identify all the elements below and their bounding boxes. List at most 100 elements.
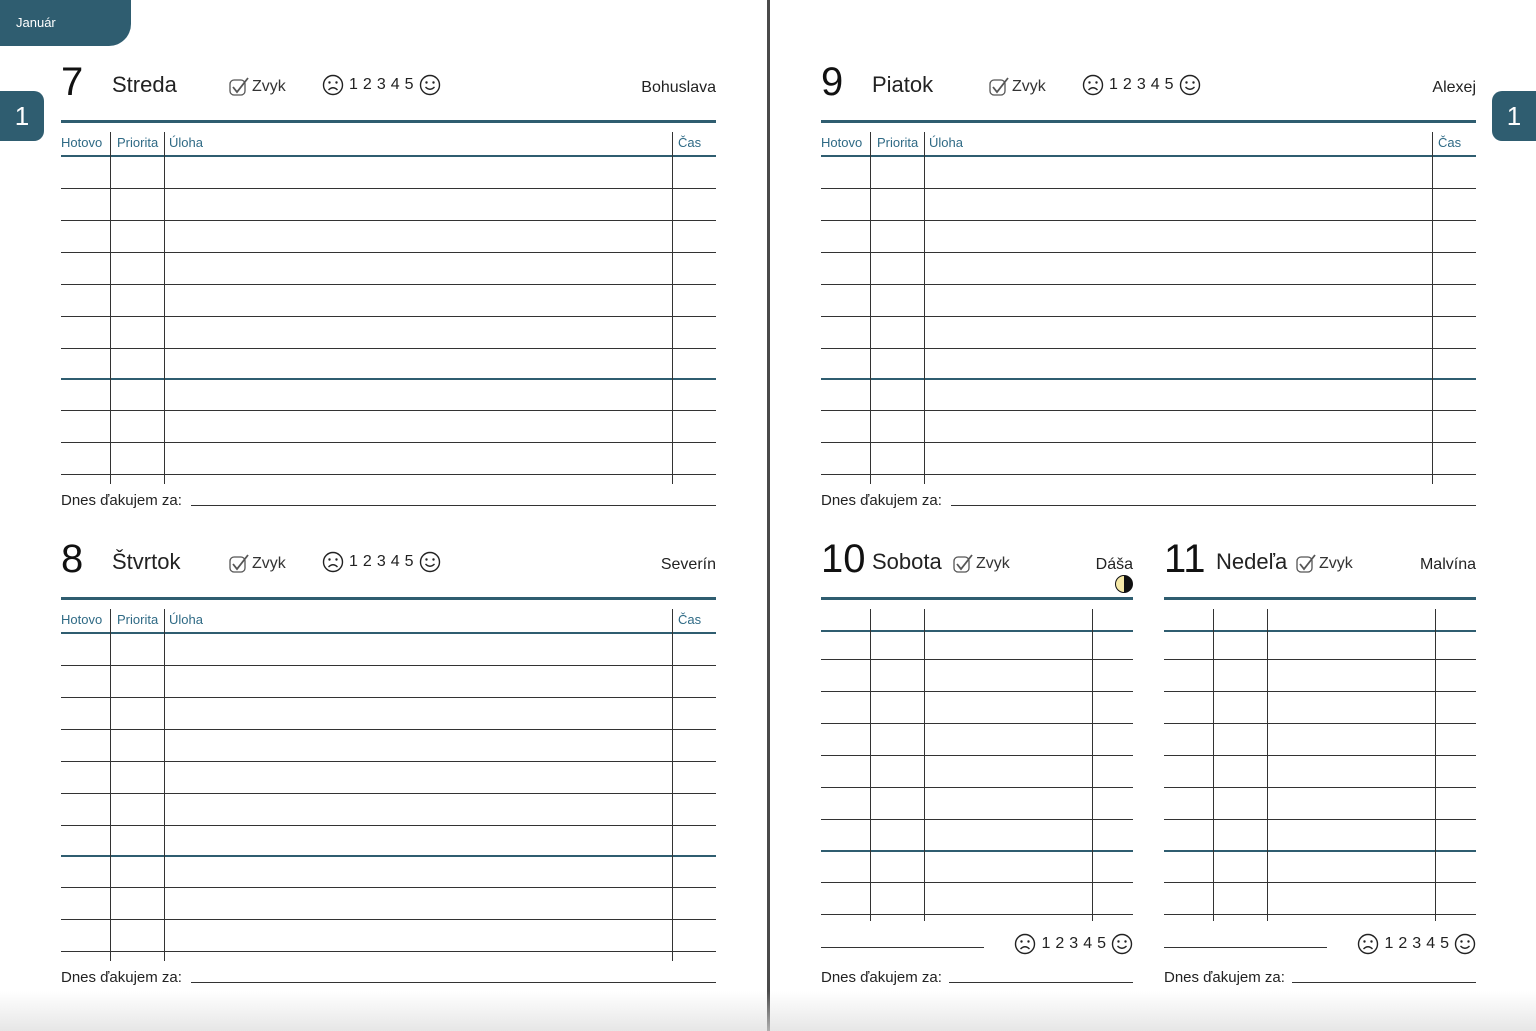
- sad-face-icon[interactable]: [1082, 74, 1104, 96]
- mood-4[interactable]: 4: [1151, 76, 1160, 94]
- day-name: Sobota: [872, 549, 942, 574]
- mood-5[interactable]: 5: [405, 553, 414, 571]
- row-line: [1164, 787, 1476, 788]
- mood-3[interactable]: 3: [1137, 76, 1146, 94]
- column-line: [870, 609, 871, 921]
- habit-tracker[interactable]: Zvyk: [989, 77, 1046, 97]
- column-line: [672, 132, 673, 484]
- happy-face-icon[interactable]: [1111, 933, 1133, 955]
- col-header-task: Úloha: [929, 135, 963, 150]
- mood-5[interactable]: 5: [1440, 935, 1449, 953]
- mood-scale[interactable]: 1 2 3 4 5: [1082, 74, 1201, 96]
- habit-checkbox-icon[interactable]: [229, 554, 251, 574]
- header-underline: [61, 155, 716, 157]
- column-line: [1213, 609, 1214, 921]
- habit-tracker[interactable]: Zvyk: [229, 554, 286, 574]
- mood-1[interactable]: 1: [1041, 935, 1050, 953]
- mood-scale[interactable]: 1 2 3 4 5: [322, 551, 441, 573]
- mood-scale[interactable]: 1 2 3 4 5: [1357, 933, 1476, 955]
- header-rule: [1164, 597, 1476, 600]
- header-rule: [821, 120, 1476, 123]
- happy-face-icon[interactable]: [1454, 933, 1476, 955]
- column-line: [1435, 609, 1436, 921]
- mood-4[interactable]: 4: [1083, 935, 1092, 953]
- day-name: Piatok: [872, 72, 934, 97]
- mood-1[interactable]: 1: [349, 76, 358, 94]
- row-line: [1164, 659, 1476, 660]
- day-section-9: 9 Piatok Zvyk 1 2 3 4 5 Alexej Hotovo Pr…: [821, 60, 1476, 510]
- row-line: [1164, 914, 1476, 915]
- header-rule: [61, 120, 716, 123]
- col-header-task: Úloha: [169, 612, 203, 627]
- mood-4[interactable]: 4: [391, 553, 400, 571]
- mood-4[interactable]: 4: [1426, 935, 1435, 953]
- mood-2[interactable]: 2: [1398, 935, 1407, 953]
- sad-face-icon[interactable]: [1357, 933, 1379, 955]
- habit-tracker[interactable]: Zvyk: [1296, 554, 1353, 574]
- habit-tracker[interactable]: Zvyk: [953, 554, 1010, 574]
- gratitude-label: Dnes ďakujem za:: [61, 492, 182, 509]
- row-line: [821, 474, 1476, 475]
- row-line: [61, 316, 716, 317]
- col-header-priority: Priorita: [877, 135, 919, 150]
- row-line: [61, 284, 716, 285]
- col-header-time: Čas: [678, 612, 702, 627]
- happy-face-icon[interactable]: [419, 551, 441, 573]
- day-section-7: 7 Streda Zvyk 1 2 3 4 5 Bohuslava Hotovo…: [61, 60, 716, 510]
- gratitude-label: Dnes ďakujem za:: [1164, 969, 1285, 986]
- happy-face-icon[interactable]: [419, 74, 441, 96]
- day-number: 10: [821, 537, 866, 581]
- mood-3[interactable]: 3: [377, 76, 386, 94]
- header-underline: [821, 155, 1476, 157]
- mood-1[interactable]: 1: [1384, 935, 1393, 953]
- header-underline: [61, 632, 716, 634]
- habit-checkbox-icon[interactable]: [229, 77, 251, 97]
- mood-5[interactable]: 5: [1165, 76, 1174, 94]
- mood-1[interactable]: 1: [1109, 76, 1118, 94]
- sad-face-icon[interactable]: [322, 74, 344, 96]
- mood-3[interactable]: 3: [1069, 935, 1078, 953]
- column-line: [164, 609, 165, 961]
- habit-label: Zvyk: [1012, 78, 1046, 95]
- habit-tracker[interactable]: Zvyk: [229, 77, 286, 97]
- row-line: [61, 887, 716, 888]
- side-tab-right[interactable]: 1: [1492, 91, 1536, 141]
- row-line: [821, 755, 1133, 756]
- habit-checkbox-icon[interactable]: [1296, 554, 1318, 574]
- mood-scale[interactable]: 1 2 3 4 5: [1014, 933, 1133, 955]
- mood-2[interactable]: 2: [363, 553, 372, 571]
- sad-face-icon[interactable]: [1014, 933, 1036, 955]
- mood-4[interactable]: 4: [391, 76, 400, 94]
- header-rule: [61, 597, 716, 600]
- mood-scale[interactable]: 1 2 3 4 5: [322, 74, 441, 96]
- row-line: [821, 819, 1133, 820]
- row-line: [61, 793, 716, 794]
- habit-checkbox-icon[interactable]: [989, 77, 1011, 97]
- row-line: [1164, 691, 1476, 692]
- day-name: Štvrtok: [112, 549, 181, 574]
- habit-checkbox-icon[interactable]: [953, 554, 975, 574]
- habit-label: Zvyk: [252, 78, 286, 95]
- mood-1[interactable]: 1: [349, 553, 358, 571]
- col-header-done: Hotovo: [61, 612, 103, 627]
- mood-5[interactable]: 5: [405, 76, 414, 94]
- sad-face-icon[interactable]: [322, 551, 344, 573]
- mood-2[interactable]: 2: [1055, 935, 1064, 953]
- row-line: [821, 787, 1133, 788]
- row-line: [61, 410, 716, 411]
- mood-3[interactable]: 3: [377, 553, 386, 571]
- side-tab-left[interactable]: 1: [0, 91, 44, 141]
- page-divider: [767, 0, 770, 1031]
- row-line: [821, 410, 1476, 411]
- nameday: Severín: [660, 556, 716, 573]
- mood-5[interactable]: 5: [1097, 935, 1106, 953]
- row-line: [821, 316, 1476, 317]
- row-line: [821, 723, 1133, 724]
- mood-2[interactable]: 2: [1123, 76, 1132, 94]
- habit-label: Zvyk: [252, 555, 286, 572]
- mood-3[interactable]: 3: [1412, 935, 1421, 953]
- month-tab[interactable]: Január: [0, 0, 131, 46]
- happy-face-icon[interactable]: [1179, 74, 1201, 96]
- mood-2[interactable]: 2: [363, 76, 372, 94]
- row-line: [61, 825, 716, 826]
